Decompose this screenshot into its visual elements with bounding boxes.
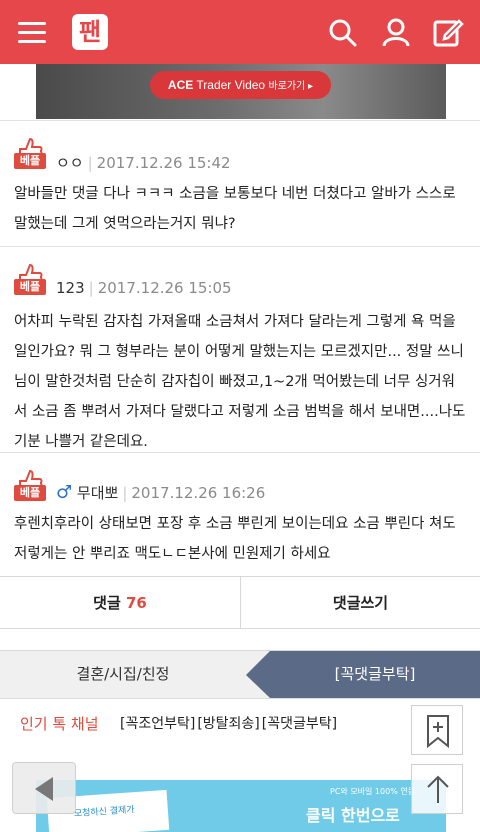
ad-cta-pill[interactable]: ACE Trader Video 바로가기 ▸ — [150, 71, 331, 99]
search-icon[interactable] — [326, 16, 358, 48]
user-icon[interactable] — [380, 16, 412, 48]
best-badge: 베플 — [14, 279, 46, 295]
best-badge: 베플 — [14, 485, 46, 501]
comment-meta: ㅇㅇ | 2017.12.26 15:42 — [56, 154, 231, 172]
male-icon: ♂ — [56, 482, 73, 503]
best-badge: 베플 — [14, 153, 46, 169]
tab-board[interactable]: [꼭댓글부탁] — [246, 651, 480, 698]
comment-meta: 123 | 2017.12.26 15:05 — [56, 279, 232, 297]
top-app-bar: 팬 — [0, 0, 480, 64]
comment-body: 알바들만 댓글 다나 ㅋㅋㅋ 소금을 보통보다 네번 더쳤다고 알바가 스스로 … — [14, 186, 456, 232]
channel-link[interactable]: [방탈죄송] — [197, 716, 259, 732]
channel-link[interactable]: [꼭조언부탁] — [120, 716, 195, 732]
popular-channel-label: 인기 톡 채널 — [20, 715, 99, 733]
comment-author[interactable]: 무대뽀 — [77, 484, 118, 502]
comment-author[interactable]: 123 — [56, 279, 85, 297]
video-ad-banner[interactable]: ACE Trader Video 바로가기 ▸ — [36, 64, 446, 119]
write-comment-button[interactable]: 댓글쓰기 — [241, 577, 480, 629]
comment-meta: ♂ 무대뽀 | 2017.12.26 16:26 — [56, 482, 266, 503]
channel-links: [꼭조언부탁] [방탈죄송] [꼭댓글부탁] — [120, 713, 339, 733]
comment-date: 2017.12.26 15:05 — [97, 279, 232, 297]
tab-category[interactable]: 결혼/시집/친정 — [0, 651, 246, 698]
app-logo[interactable]: 팬 — [72, 14, 108, 50]
scroll-top-button[interactable] — [411, 764, 463, 814]
comment-action-bar: 댓글 76 댓글쓰기 — [0, 576, 480, 629]
edit-icon[interactable] — [432, 16, 464, 48]
comment-date: 2017.12.26 16:26 — [131, 484, 266, 502]
back-button[interactable] — [12, 762, 76, 814]
popular-channel-bar: 인기 톡 채널 [꼭조언부탁] [방탈죄송] [꼭댓글부탁] — [0, 698, 480, 748]
channel-link[interactable]: [꼭댓글부탁] — [262, 716, 337, 732]
bottom-ad-banner[interactable]: 모청하신 결제가 PC와 모바일 100% 연동 클릭 한번으로 — [36, 780, 446, 832]
ad-small-text: PC와 모바일 100% 연동 — [330, 787, 416, 796]
back-arrow-icon — [35, 777, 53, 801]
arrow-up-icon — [427, 775, 449, 803]
comment-item: 베플 ㅇㅇ | 2017.12.26 15:42 알바들만 댓글 다나 ㅋㅋㅋ 소금… — [0, 120, 480, 246]
tab-divider-arrow — [246, 651, 270, 698]
comment-item: 베플 ♂ 무대뽀 | 2017.12.26 16:26 후렌치후라이 상태보면 포장… — [0, 452, 480, 576]
comment-body: 어차피 누락된 감자칩 가져올때 소금쳐서 가져다 달라는게 그렇게 욕 먹을 … — [14, 314, 466, 450]
comment-date: 2017.12.26 15:42 — [96, 154, 231, 172]
comment-author[interactable]: ㅇㅇ — [56, 154, 84, 172]
comment-body: 후렌치후라이 상태보면 포장 후 소금 뿌린게 보이는데요 소금 뿌린다 쳐도 … — [14, 516, 456, 562]
comments-count-button[interactable]: 댓글 76 — [0, 577, 240, 629]
category-tabs: 결혼/시집/친정 [꼭댓글부탁] — [0, 650, 480, 698]
bookmark-button[interactable] — [411, 705, 463, 755]
menu-icon[interactable] — [18, 20, 46, 44]
ad-headline: 클릭 한번으로 — [306, 806, 400, 825]
bookmark-add-icon — [427, 715, 449, 749]
comment-item: 베플 123 | 2017.12.26 15:05 어차피 누락된 감자칩 가져올때… — [0, 246, 480, 452]
